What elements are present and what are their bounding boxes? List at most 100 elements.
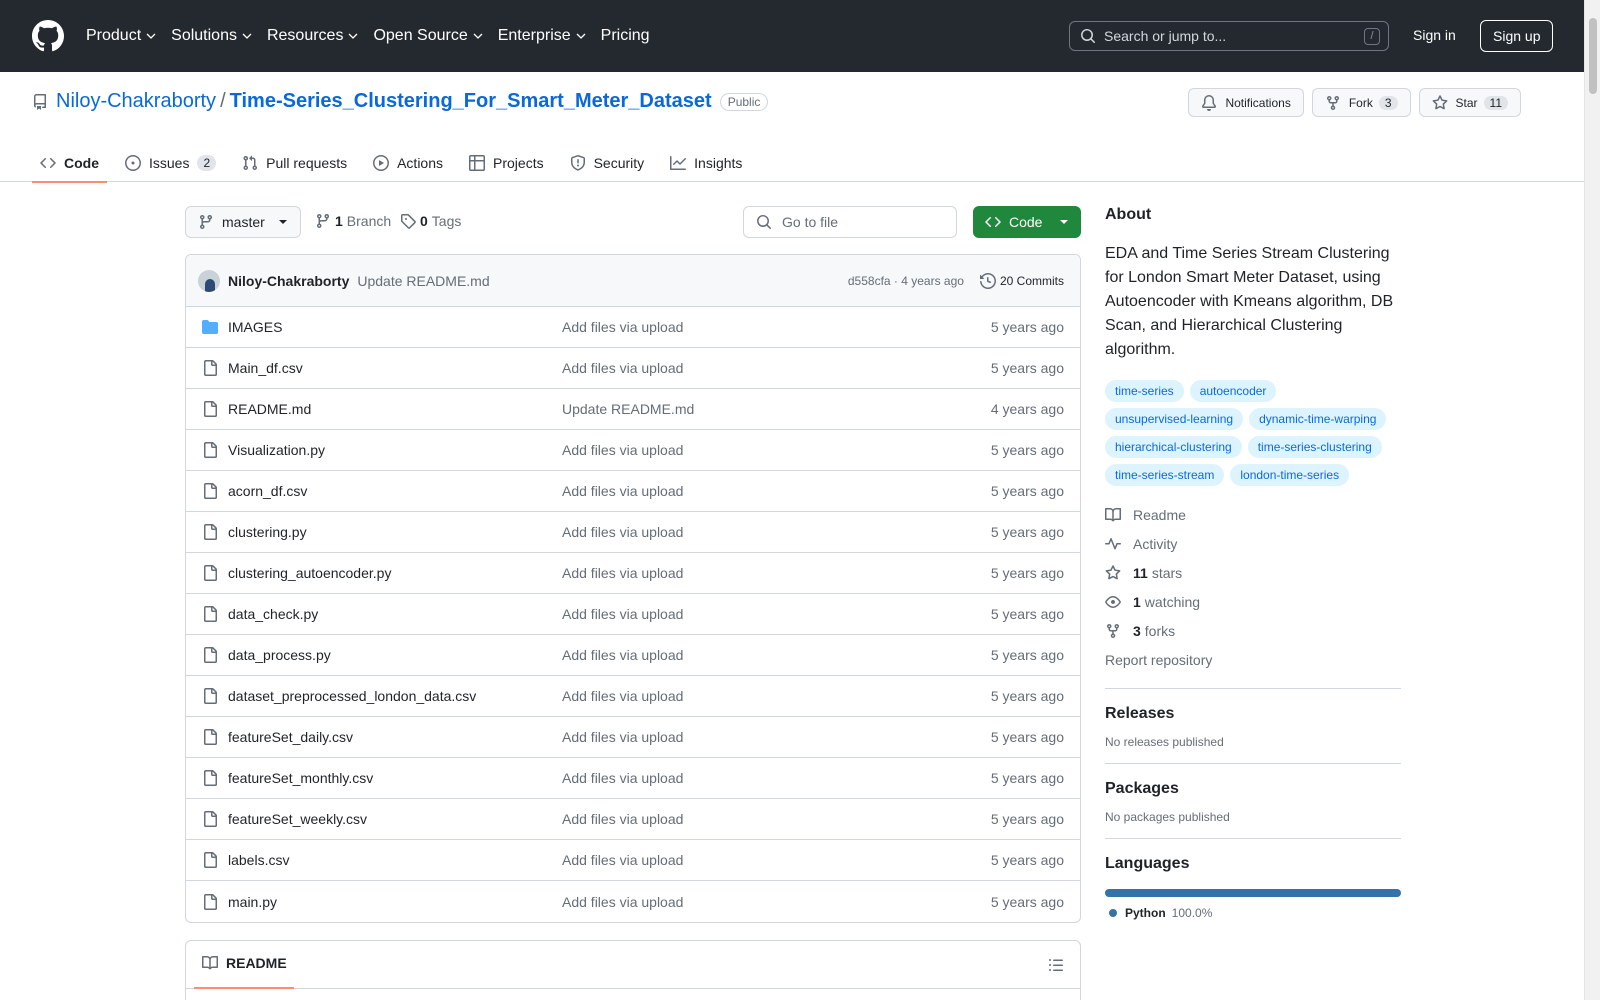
file-commit-message-link[interactable]: Add files via upload xyxy=(562,606,991,622)
topic-tag[interactable]: time-series-stream xyxy=(1105,464,1225,486)
report-repository-link[interactable]: Report repository xyxy=(1105,645,1401,674)
branch-select-button[interactable]: master xyxy=(185,206,301,238)
file-commit-message-link[interactable]: Add files via upload xyxy=(562,770,991,786)
file-commit-message-link[interactable]: Add files via upload xyxy=(562,524,991,540)
topic-tag[interactable]: dynamic-time-warping xyxy=(1249,408,1387,430)
repo-owner-link[interactable]: Niloy-Chakraborty xyxy=(56,90,216,113)
repo-name-link[interactable]: Time-Series_Clustering_For_Smart_Meter_D… xyxy=(230,90,712,113)
file-name-link[interactable]: clustering_autoencoder.py xyxy=(228,565,562,581)
file-name-link[interactable]: dataset_preprocessed_london_data.csv xyxy=(228,688,562,704)
file-commit-message-link[interactable]: Add files via upload xyxy=(562,729,991,745)
file-name-link[interactable]: main.py xyxy=(228,894,562,910)
topic-tag[interactable]: time-series-clustering xyxy=(1247,436,1382,458)
topic-tag[interactable]: hierarchical-clustering xyxy=(1105,436,1242,458)
file-commit-message-link[interactable]: Add files via upload xyxy=(562,360,991,376)
file-commit-message-link[interactable]: Update README.md xyxy=(562,401,991,417)
tab-label: Actions xyxy=(397,155,444,171)
report-repository-label: Report repository xyxy=(1105,651,1213,668)
fork-button[interactable]: Fork 3 xyxy=(1311,88,1411,117)
topic-tag[interactable]: autoencoder xyxy=(1189,380,1277,402)
file-name-link[interactable]: data_check.py xyxy=(228,606,562,622)
packages-title[interactable]: Packages xyxy=(1105,780,1401,798)
file-commit-message-link[interactable]: Add files via upload xyxy=(562,442,991,458)
tab-actions[interactable]: Actions xyxy=(365,144,451,182)
file-name-link[interactable]: README.md xyxy=(228,401,562,417)
code-dropdown-button[interactable]: Code xyxy=(973,206,1081,238)
language-bar xyxy=(1105,889,1401,897)
file-icon-wrap xyxy=(202,811,218,827)
search-icon xyxy=(757,215,771,229)
file-commit-message-link[interactable]: Add files via upload xyxy=(562,894,991,910)
sidebar-link-forks[interactable]: 3 forks xyxy=(1105,616,1401,645)
top-nav-resources[interactable]: Resources xyxy=(267,27,359,45)
tab-projects[interactable]: Projects xyxy=(461,144,552,182)
file-commit-message-link[interactable]: Add files via upload xyxy=(562,688,991,704)
readme-tab[interactable]: README xyxy=(202,955,287,971)
top-nav-enterprise[interactable]: Enterprise xyxy=(498,27,587,45)
file-name-link[interactable]: acorn_df.csv xyxy=(228,483,562,499)
table-row: data_process.py Add files via upload 5 yea… xyxy=(186,635,1080,676)
file-name-link[interactable]: featureSet_weekly.csv xyxy=(228,811,562,827)
topic-tag[interactable]: london-time-series xyxy=(1230,464,1350,486)
file-name-link[interactable]: clustering.py xyxy=(228,524,562,540)
go-to-file-input[interactable]: Go to file xyxy=(743,206,957,238)
tab-counter: 2 xyxy=(197,155,217,171)
file-commit-message-link[interactable]: Add files via upload xyxy=(562,319,991,335)
topic-tag[interactable]: time-series xyxy=(1105,380,1184,402)
tab-insights[interactable]: Insights xyxy=(662,144,750,182)
language-item[interactable]: Python 100.0% xyxy=(1105,906,1401,920)
sidebar-link-readme[interactable]: Readme xyxy=(1105,500,1401,529)
search-icon xyxy=(1081,29,1095,43)
avatar[interactable] xyxy=(198,269,220,292)
search-input[interactable]: Search or jump to... / xyxy=(1069,21,1389,51)
sidebar-link-watching[interactable]: 1 watching xyxy=(1105,587,1401,616)
tab-pull-requests[interactable]: Pull requests xyxy=(234,144,355,182)
file-name-link[interactable]: featureSet_daily.csv xyxy=(228,729,562,745)
scrollbar-thumb[interactable] xyxy=(1589,18,1597,94)
file-commit-age: 5 years ago xyxy=(990,319,1064,335)
commit-author-link[interactable]: Niloy-Chakraborty xyxy=(228,273,349,289)
list-unordered-icon[interactable] xyxy=(1048,957,1064,973)
commit-hash-time[interactable]: d558cfa · 4 years ago xyxy=(848,274,964,288)
commit-message-link[interactable]: Update README.md xyxy=(357,273,489,289)
file-name-link[interactable]: data_process.py xyxy=(228,647,562,663)
sign-up-button[interactable]: Sign up xyxy=(1480,20,1554,52)
top-nav-label: Resources xyxy=(266,27,344,44)
repo-description: EDA and Time Series Stream Clustering fo… xyxy=(1105,245,1394,358)
tab-security[interactable]: Security xyxy=(562,144,653,182)
file-commit-message-link[interactable]: Add files via upload xyxy=(562,647,991,663)
notifications-button[interactable]: Notifications xyxy=(1188,88,1304,117)
file-icon xyxy=(204,442,217,458)
tab-issues[interactable]: Issues 2 xyxy=(117,144,224,182)
file-icon xyxy=(204,606,217,622)
sign-in-link[interactable]: Sign in xyxy=(1413,27,1456,43)
topic-tag[interactable]: unsupervised-learning xyxy=(1105,408,1244,430)
file-commit-message-link[interactable]: Add files via upload xyxy=(562,811,991,827)
top-nav-product[interactable]: Product xyxy=(86,27,157,45)
top-nav-open-source[interactable]: Open Source xyxy=(373,27,483,45)
releases-title[interactable]: Releases xyxy=(1105,705,1401,723)
repo-icon xyxy=(34,93,46,110)
sidebar-link-stars[interactable]: 11 stars xyxy=(1105,558,1401,587)
top-nav-pricing[interactable]: Pricing xyxy=(601,27,650,45)
file-commit-message-link[interactable]: Add files via upload xyxy=(562,852,991,868)
page-scrollbar[interactable] xyxy=(1584,0,1600,1000)
tab-code[interactable]: Code xyxy=(32,144,107,183)
file-name-link[interactable]: IMAGES xyxy=(228,319,562,335)
sidebar-link-activity[interactable]: Activity xyxy=(1105,529,1401,558)
file-name-link[interactable]: featureSet_monthly.csv xyxy=(228,770,562,786)
tags-link[interactable]: 0 Tags xyxy=(400,213,461,229)
top-nav-solutions[interactable]: Solutions xyxy=(171,27,253,45)
file-icon-wrap xyxy=(202,729,218,745)
file-name-link[interactable]: Visualization.py xyxy=(228,442,562,458)
table-row: main.py Add files via upload 5 years ago xyxy=(186,881,1080,922)
commits-history-link[interactable]: 20 Commits xyxy=(979,272,1064,289)
file-name-link[interactable]: labels.csv xyxy=(228,852,562,868)
file-commit-message-link[interactable]: Add files via upload xyxy=(562,565,991,581)
star-button[interactable]: Star 11 xyxy=(1418,88,1521,117)
branches-link[interactable]: 1 Branch xyxy=(315,213,391,229)
file-commit-message-link[interactable]: Add files via upload xyxy=(562,483,991,499)
table-row: clustering_autoencoder.py Add files via u… xyxy=(186,553,1080,594)
github-logo-icon[interactable] xyxy=(32,20,64,52)
file-name-link[interactable]: Main_df.csv xyxy=(228,360,562,376)
